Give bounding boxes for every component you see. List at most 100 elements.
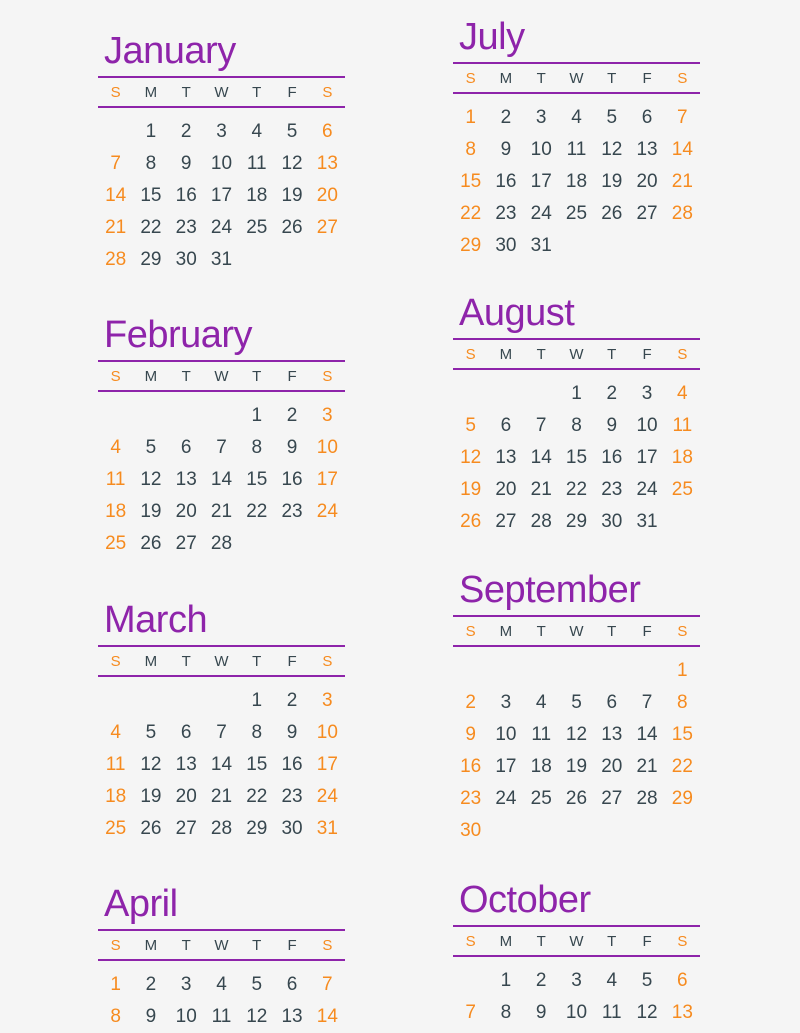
day-cell[interactable]: 25 bbox=[239, 217, 274, 239]
day-cell[interactable]: 12 bbox=[453, 447, 488, 469]
day-cell[interactable]: 16 bbox=[488, 171, 523, 193]
day-cell[interactable]: 22 bbox=[453, 203, 488, 225]
day-cell[interactable]: 21 bbox=[204, 501, 239, 523]
day-cell[interactable]: 12 bbox=[594, 139, 629, 161]
day-cell[interactable]: 27 bbox=[594, 788, 629, 810]
day-cell[interactable]: 3 bbox=[488, 692, 523, 714]
day-cell[interactable]: 2 bbox=[169, 121, 204, 143]
day-cell[interactable]: 28 bbox=[98, 249, 133, 271]
day-cell[interactable]: 16 bbox=[453, 756, 488, 778]
day-cell[interactable]: 18 bbox=[98, 786, 133, 808]
day-cell[interactable]: 24 bbox=[310, 786, 345, 808]
day-cell[interactable]: 5 bbox=[133, 722, 168, 744]
day-cell[interactable]: 22 bbox=[239, 501, 274, 523]
day-cell[interactable]: 28 bbox=[665, 203, 700, 225]
day-cell[interactable]: 18 bbox=[524, 756, 559, 778]
day-cell[interactable]: 15 bbox=[559, 447, 594, 469]
day-cell[interactable]: 10 bbox=[488, 724, 523, 746]
day-cell[interactable]: 5 bbox=[594, 107, 629, 129]
day-cell[interactable]: 3 bbox=[310, 690, 345, 712]
day-cell[interactable]: 15 bbox=[133, 185, 168, 207]
day-cell[interactable]: 13 bbox=[488, 447, 523, 469]
day-cell[interactable]: 7 bbox=[524, 415, 559, 437]
day-cell[interactable]: 23 bbox=[453, 788, 488, 810]
day-cell[interactable]: 21 bbox=[524, 479, 559, 501]
day-cell[interactable]: 18 bbox=[239, 185, 274, 207]
day-cell[interactable]: 17 bbox=[310, 469, 345, 491]
day-cell[interactable]: 6 bbox=[310, 121, 345, 143]
day-cell[interactable]: 27 bbox=[169, 533, 204, 555]
day-cell[interactable]: 31 bbox=[629, 511, 664, 533]
day-cell[interactable]: 17 bbox=[524, 171, 559, 193]
day-cell[interactable]: 22 bbox=[133, 217, 168, 239]
day-cell[interactable]: 9 bbox=[169, 153, 204, 175]
day-cell[interactable]: 18 bbox=[559, 171, 594, 193]
day-cell[interactable]: 12 bbox=[133, 469, 168, 491]
day-cell[interactable]: 16 bbox=[594, 447, 629, 469]
day-cell[interactable]: 23 bbox=[169, 217, 204, 239]
day-cell[interactable]: 2 bbox=[453, 692, 488, 714]
day-cell[interactable]: 19 bbox=[559, 756, 594, 778]
day-cell[interactable]: 3 bbox=[559, 970, 594, 992]
day-cell[interactable]: 7 bbox=[98, 153, 133, 175]
day-cell[interactable]: 15 bbox=[239, 754, 274, 776]
day-cell[interactable]: 16 bbox=[274, 469, 309, 491]
day-cell[interactable]: 2 bbox=[488, 107, 523, 129]
day-cell[interactable]: 6 bbox=[169, 722, 204, 744]
day-cell[interactable]: 5 bbox=[559, 692, 594, 714]
day-cell[interactable]: 20 bbox=[629, 171, 664, 193]
day-cell[interactable]: 14 bbox=[98, 185, 133, 207]
day-cell[interactable]: 20 bbox=[169, 501, 204, 523]
day-cell[interactable]: 1 bbox=[488, 970, 523, 992]
day-cell[interactable]: 29 bbox=[665, 788, 700, 810]
day-cell[interactable]: 1 bbox=[133, 121, 168, 143]
day-cell[interactable]: 19 bbox=[594, 171, 629, 193]
day-cell[interactable]: 14 bbox=[665, 139, 700, 161]
day-cell[interactable]: 3 bbox=[524, 107, 559, 129]
day-cell[interactable]: 7 bbox=[204, 437, 239, 459]
day-cell[interactable]: 9 bbox=[488, 139, 523, 161]
day-cell[interactable]: 25 bbox=[665, 479, 700, 501]
day-cell[interactable]: 20 bbox=[169, 786, 204, 808]
day-cell[interactable]: 20 bbox=[488, 479, 523, 501]
day-cell[interactable]: 19 bbox=[133, 501, 168, 523]
day-cell[interactable]: 21 bbox=[665, 171, 700, 193]
day-cell[interactable]: 26 bbox=[133, 533, 168, 555]
day-cell[interactable]: 26 bbox=[453, 511, 488, 533]
day-cell[interactable]: 24 bbox=[524, 203, 559, 225]
day-cell[interactable]: 13 bbox=[169, 754, 204, 776]
day-cell[interactable]: 18 bbox=[98, 501, 133, 523]
day-cell[interactable]: 14 bbox=[204, 754, 239, 776]
day-cell[interactable]: 7 bbox=[665, 107, 700, 129]
day-cell[interactable]: 26 bbox=[274, 217, 309, 239]
day-cell[interactable]: 24 bbox=[204, 217, 239, 239]
day-cell[interactable]: 12 bbox=[629, 1002, 664, 1024]
day-cell[interactable]: 1 bbox=[98, 974, 133, 996]
day-cell[interactable]: 26 bbox=[133, 818, 168, 840]
day-cell[interactable]: 12 bbox=[559, 724, 594, 746]
day-cell[interactable]: 11 bbox=[594, 1002, 629, 1024]
day-cell[interactable]: 6 bbox=[629, 107, 664, 129]
day-cell[interactable]: 11 bbox=[524, 724, 559, 746]
day-cell[interactable]: 1 bbox=[239, 690, 274, 712]
day-cell[interactable]: 17 bbox=[629, 447, 664, 469]
day-cell[interactable]: 12 bbox=[274, 153, 309, 175]
day-cell[interactable]: 16 bbox=[169, 185, 204, 207]
day-cell[interactable]: 10 bbox=[559, 1002, 594, 1024]
day-cell[interactable]: 9 bbox=[274, 722, 309, 744]
day-cell[interactable]: 18 bbox=[665, 447, 700, 469]
day-cell[interactable]: 1 bbox=[559, 383, 594, 405]
day-cell[interactable]: 5 bbox=[133, 437, 168, 459]
day-cell[interactable]: 7 bbox=[310, 974, 345, 996]
day-cell[interactable]: 9 bbox=[524, 1002, 559, 1024]
day-cell[interactable]: 4 bbox=[204, 974, 239, 996]
day-cell[interactable]: 12 bbox=[133, 754, 168, 776]
day-cell[interactable]: 11 bbox=[239, 153, 274, 175]
day-cell[interactable]: 4 bbox=[98, 722, 133, 744]
day-cell[interactable]: 6 bbox=[169, 437, 204, 459]
day-cell[interactable]: 8 bbox=[488, 1002, 523, 1024]
day-cell[interactable]: 1 bbox=[239, 405, 274, 427]
day-cell[interactable]: 30 bbox=[488, 235, 523, 257]
day-cell[interactable]: 19 bbox=[453, 479, 488, 501]
day-cell[interactable]: 13 bbox=[629, 139, 664, 161]
